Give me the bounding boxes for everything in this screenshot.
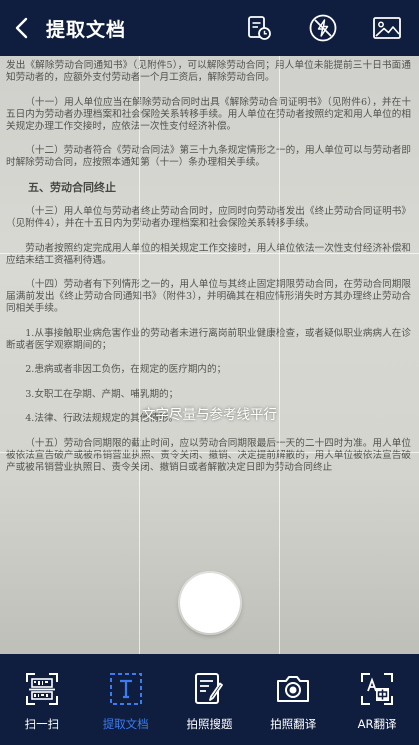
scan-icon — [25, 673, 58, 705]
tab-photo-search[interactable]: 拍照搜题 — [168, 654, 252, 745]
guide-line-horizontal-2 — [0, 452, 419, 453]
shutter-button[interactable] — [180, 573, 240, 633]
camera-translate-icon — [277, 676, 310, 702]
document-paragraph: （十五）劳动合同期限的截止时间，应以劳动合同期限最后一天的二十四时为准。用人单位… — [6, 437, 411, 473]
page-title: 提取文档 — [46, 18, 127, 41]
tab-label: 拍照搜题 — [186, 717, 233, 731]
tab-label: AR翻译 — [357, 717, 397, 731]
flash-off-icon — [309, 14, 337, 42]
document-paragraph: 劳动者按照约定完成用人单位的相关规定工作交接时，用人单位依法一次性支付经济补偿和… — [6, 242, 411, 266]
tab-label: 拍照翻译 — [270, 717, 317, 731]
tab-label: 扫一扫 — [24, 717, 60, 731]
document-paragraph: 1.从事接触职业病危害作业的劳动者未进行离岗前职业健康检查，或者疑似职业病病人在… — [6, 327, 411, 351]
ar-translate-icon — [361, 673, 394, 705]
alignment-hint: 文字尽量与参考线平行 — [142, 407, 277, 423]
tab-extract-document[interactable]: 提取文档 — [84, 654, 168, 745]
gallery-icon — [373, 17, 401, 39]
document-paragraph: （十二）劳动者符合《劳动合同法》第三十九条规定情形之一的，用人单位可以与劳动者即… — [6, 145, 411, 168]
photo-question-icon — [195, 673, 224, 704]
top-bar: 提取文档 — [0, 0, 419, 56]
document-heading: 五、劳动合同终止 — [28, 180, 116, 194]
document-paragraph: （十三）用人单位与劳动者终止劳动合同时，应同时向劳动者发出《终止劳动合同证明书》… — [6, 206, 411, 229]
tab-ar-translate[interactable]: AR翻译 — [335, 654, 419, 745]
guide-line-vertical-2 — [279, 56, 280, 654]
top-actions — [227, 0, 419, 56]
camera-viewfinder[interactable]: 发出《解除劳动合同通知书》（见附件5），可以解除劳动合同；用人单位未能提前三十日… — [0, 56, 419, 654]
back-chevron-icon — [15, 17, 28, 39]
history-button[interactable] — [227, 0, 291, 56]
document-paragraph: 发出《解除劳动合同通知书》（见附件5），可以解除劳动合同；用人单位未能提前三十日… — [6, 60, 411, 83]
guide-line-vertical-1 — [139, 56, 140, 654]
guide-line-horizontal-1 — [0, 253, 419, 254]
tab-scan[interactable]: 扫一扫 — [0, 654, 84, 745]
back-button[interactable] — [0, 0, 44, 56]
gallery-button[interactable] — [355, 0, 419, 56]
document-paragraph: （十四）劳动者有下列情形之一的，用人单位与其终止固定期限劳动合同，在劳动合同期限… — [6, 279, 411, 314]
extract-text-icon — [109, 673, 142, 705]
document-paragraph: （十一）用人单位应当在解除劳动合同时出具《解除劳动合同证明书》（见附件6），并在… — [6, 96, 411, 132]
tab-photo-translate[interactable]: 拍照翻译 — [251, 654, 335, 745]
document-paragraph: 3.女职工在孕期、产期、哺乳期的； — [25, 388, 179, 400]
tab-label: 提取文档 — [102, 717, 149, 731]
document-paragraph: 2.患病或者非因工负伤，在规定的医疗期内的； — [25, 364, 227, 375]
mode-tab-bar: 扫一扫 提取文档 拍照搜题 拍照翻译 AR翻译 — [0, 654, 419, 745]
flash-toggle-button[interactable] — [291, 0, 355, 56]
app-root: 提取文档 发出《解除劳动合同通知书》（见附件5），可以解除劳动合同；用人单位未能… — [0, 0, 419, 745]
history-document-icon — [248, 16, 271, 40]
